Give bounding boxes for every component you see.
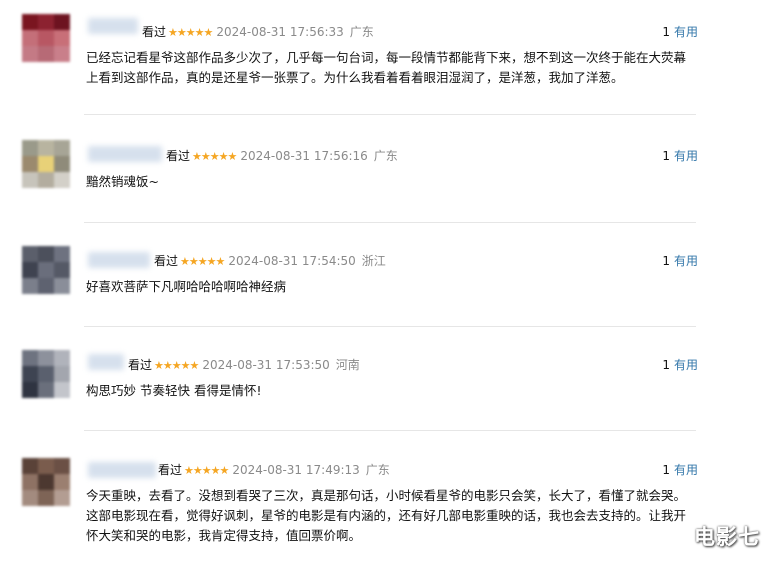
- useful-count: 1: [662, 358, 670, 372]
- useful-vote: 1 有用: [662, 148, 698, 164]
- comment-time: 2024-08-31 17:54:50: [228, 254, 356, 268]
- avatar[interactable]: [22, 350, 70, 398]
- username-blurred[interactable]: [88, 462, 156, 478]
- comment-text: 好喜欢菩萨下凡啊哈哈哈啊哈神经病: [86, 279, 287, 294]
- divider: [84, 114, 696, 115]
- useful-button[interactable]: 有用: [674, 149, 698, 163]
- useful-button[interactable]: 有用: [674, 463, 698, 477]
- watch-status: 看过: [154, 254, 179, 268]
- comment-text: 已经忘记看星爷这部作品多少次了，几乎每一句台词，每一段情节都能背下来，想不到这一…: [86, 50, 687, 85]
- watch-status: 看过: [158, 463, 183, 477]
- comment-meta: 看过 ★★★★★ 2024-08-31 17:54:50 浙江: [154, 253, 386, 270]
- useful-vote: 1 有用: [662, 253, 698, 269]
- username-blurred[interactable]: [88, 252, 150, 268]
- comment-time: 2024-08-31 17:53:50: [202, 358, 330, 372]
- comment-location: 广东: [365, 463, 390, 477]
- useful-count: 1: [662, 149, 670, 163]
- useful-button[interactable]: 有用: [674, 358, 698, 372]
- useful-button[interactable]: 有用: [674, 254, 698, 268]
- useful-vote: 1 有用: [662, 24, 698, 40]
- rating-stars: ★★★★★: [154, 359, 199, 372]
- useful-button[interactable]: 有用: [674, 25, 698, 39]
- avatar[interactable]: [22, 458, 70, 506]
- useful-vote: 1 有用: [662, 357, 698, 373]
- useful-count: 1: [662, 463, 670, 477]
- comment-location: 广东: [349, 25, 374, 39]
- comment-meta: 看过 ★★★★★ 2024-08-31 17:56:16 广东: [166, 148, 398, 165]
- rating-stars: ★★★★★: [192, 150, 237, 163]
- watermark: 电影七: [694, 525, 760, 549]
- username-blurred[interactable]: [88, 354, 124, 370]
- useful-vote: 1 有用: [662, 462, 698, 478]
- comment-location: 浙江: [361, 254, 386, 268]
- comment-text: 今天重映，去看了。没想到看哭了三次，真是那句话，小时候看星爷的电影只会笑，长大了…: [86, 488, 687, 543]
- watch-status: 看过: [166, 149, 191, 163]
- watch-status: 看过: [142, 25, 167, 39]
- comment-location: 广东: [373, 149, 398, 163]
- username-blurred[interactable]: [88, 146, 162, 162]
- divider: [84, 430, 696, 431]
- comment-time: 2024-08-31 17:49:13: [232, 463, 360, 477]
- divider: [84, 326, 696, 327]
- comment-meta: 看过 ★★★★★ 2024-08-31 17:49:13 广东: [158, 462, 390, 479]
- username-blurred[interactable]: [88, 18, 138, 34]
- rating-stars: ★★★★★: [184, 464, 229, 477]
- useful-count: 1: [662, 25, 670, 39]
- comment-time: 2024-08-31 17:56:33: [216, 25, 344, 39]
- comment-meta: 看过 ★★★★★ 2024-08-31 17:56:33 广东: [142, 24, 374, 41]
- comment-time: 2024-08-31 17:56:16: [240, 149, 368, 163]
- useful-count: 1: [662, 254, 670, 268]
- watch-status: 看过: [128, 358, 153, 372]
- comment-location: 河南: [335, 358, 360, 372]
- avatar[interactable]: [22, 14, 70, 62]
- comment-text: 黯然销魂饭~: [86, 174, 159, 189]
- avatar[interactable]: [22, 246, 70, 294]
- comment-text: 构思巧妙 节奏轻快 看得是情怀!: [86, 383, 262, 398]
- comment-meta: 看过 ★★★★★ 2024-08-31 17:53:50 河南: [128, 357, 360, 374]
- rating-stars: ★★★★★: [180, 255, 225, 268]
- rating-stars: ★★★★★: [168, 26, 213, 39]
- divider: [84, 222, 696, 223]
- avatar[interactable]: [22, 140, 70, 188]
